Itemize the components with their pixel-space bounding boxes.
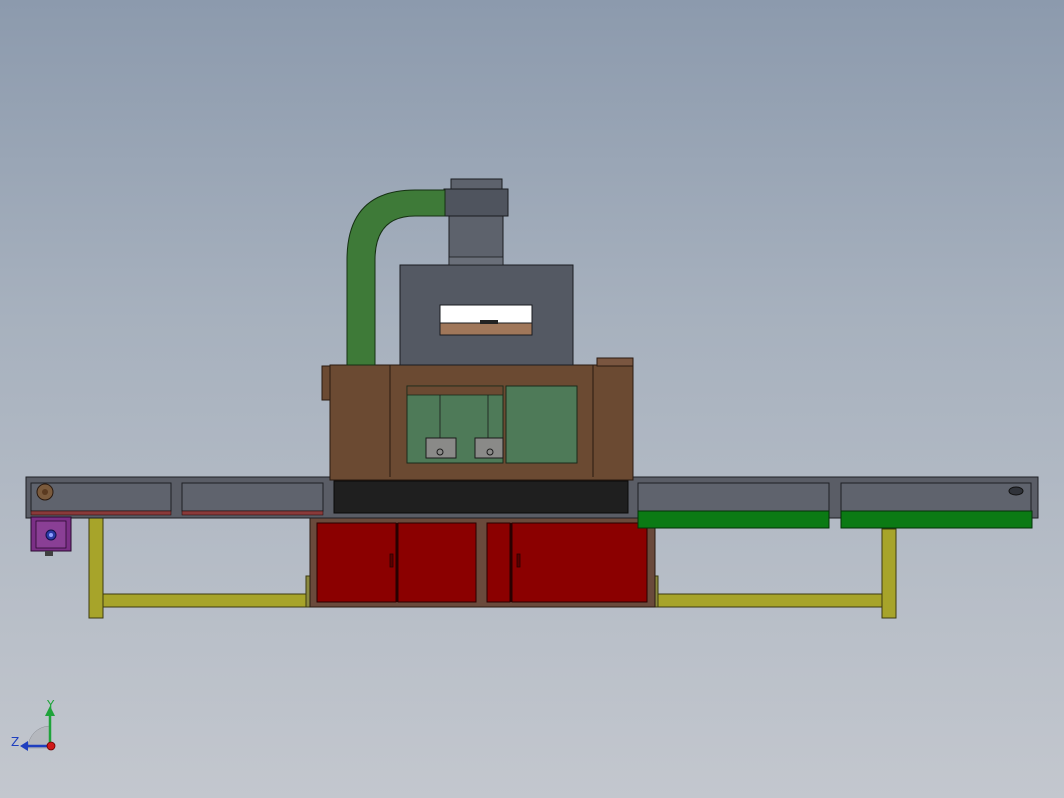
door-handle-2 bbox=[516, 553, 521, 568]
z-axis-label: Z bbox=[11, 735, 19, 749]
door-handle-1 bbox=[389, 553, 394, 568]
machine-drawing: Y Z bbox=[11, 178, 1039, 751]
left-leg bbox=[88, 516, 104, 619]
main-cabinet bbox=[321, 357, 634, 514]
left-belt-edge-1 bbox=[30, 510, 172, 516]
conveyor-panel-4 bbox=[840, 482, 1032, 512]
x-axis-dot bbox=[46, 741, 56, 751]
conveyor-panel-3 bbox=[637, 482, 830, 512]
y-axis-label: Y bbox=[46, 698, 55, 712]
belt-green-1 bbox=[637, 510, 830, 529]
inspection-window-right bbox=[505, 385, 578, 464]
cabinet-top-flange bbox=[596, 357, 634, 367]
cabinet-left-flange bbox=[321, 365, 331, 401]
hood-window-tray bbox=[439, 322, 533, 336]
left-leg-inner bbox=[305, 575, 311, 608]
axis-triad: Y Z bbox=[11, 698, 56, 751]
cad-viewport[interactable]: Y Z bbox=[0, 0, 1064, 798]
cabinet-door-3 bbox=[486, 522, 511, 603]
cabinet-door-2 bbox=[397, 522, 477, 603]
tunnel-opening bbox=[333, 480, 629, 514]
left-crossbar bbox=[102, 593, 311, 608]
conveyor-panel-2 bbox=[181, 482, 324, 512]
right-crossbar bbox=[654, 593, 883, 608]
exhaust-collar bbox=[443, 188, 509, 217]
cabinet-door-1 bbox=[316, 522, 397, 603]
end-sensor bbox=[1008, 486, 1024, 496]
base-cabinet bbox=[309, 515, 656, 608]
left-belt-edge-2 bbox=[181, 510, 324, 516]
right-leg bbox=[881, 528, 897, 619]
cabinet-door-4 bbox=[511, 522, 648, 603]
drive-motor bbox=[30, 516, 72, 556]
belt-green-2 bbox=[840, 510, 1033, 529]
